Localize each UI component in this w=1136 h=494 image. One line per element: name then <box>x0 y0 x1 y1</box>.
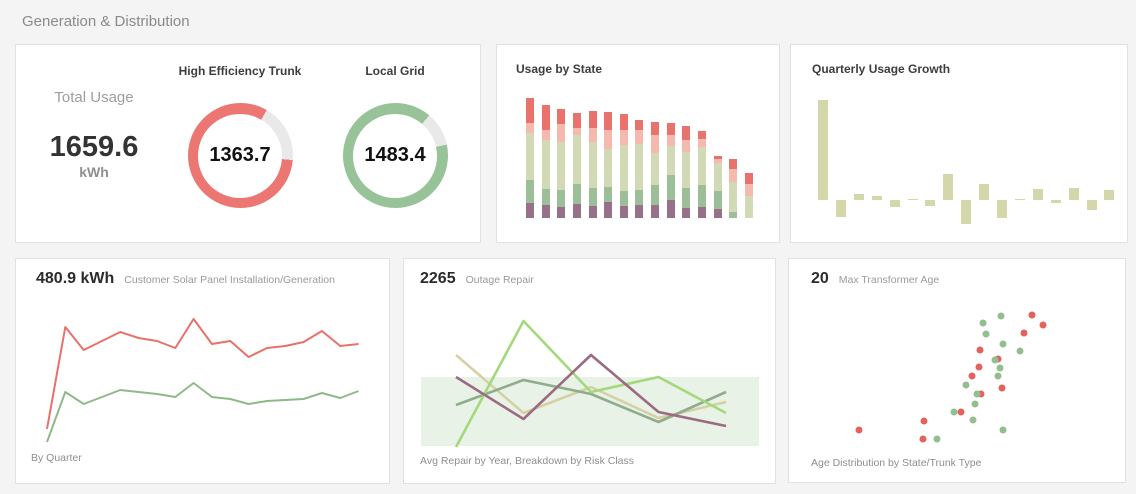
scatter-point[interactable] <box>1000 341 1007 348</box>
scatter-point[interactable] <box>998 313 1005 320</box>
growth-bar[interactable] <box>872 196 882 200</box>
stacked-bar[interactable] <box>729 159 737 218</box>
scatter-point[interactable] <box>1000 427 1007 434</box>
gauge-high-efficiency-trunk: High Efficiency Trunk 1363.7 <box>170 64 310 208</box>
stacked-bar[interactable] <box>589 111 597 218</box>
scatter-point[interactable] <box>1040 322 1047 329</box>
growth-bar[interactable] <box>1015 199 1025 201</box>
gauge-title: High Efficiency Trunk <box>170 64 310 78</box>
total-usage-label: Total Usage <box>24 89 164 106</box>
donut-chart-local-grid[interactable]: 1483.4 <box>343 103 448 208</box>
growth-bar[interactable] <box>818 100 828 200</box>
total-usage-unit: kWh <box>24 164 164 180</box>
scatter-point[interactable] <box>1017 348 1024 355</box>
scatter-point[interactable] <box>969 373 976 380</box>
scatter-point[interactable] <box>992 357 999 364</box>
diverging-bar-chart[interactable] <box>791 45 1127 242</box>
scatter-point[interactable] <box>1021 330 1028 337</box>
scatter-point[interactable] <box>980 320 987 327</box>
growth-bar[interactable] <box>925 200 935 206</box>
scatter-point[interactable] <box>920 436 927 443</box>
stacked-bar[interactable] <box>557 109 565 218</box>
growth-bar[interactable] <box>890 200 900 207</box>
total-usage-kpi: Total Usage 1659.6 kWh <box>24 89 164 180</box>
growth-bar[interactable] <box>1087 200 1097 210</box>
growth-bar[interactable] <box>961 200 971 224</box>
scatter-point[interactable] <box>958 409 965 416</box>
age-scatter-chart[interactable] <box>789 259 1125 482</box>
total-usage-value: 1659.6 <box>24 132 164 162</box>
scatter-point[interactable] <box>951 409 958 416</box>
stacked-bar[interactable] <box>682 126 690 218</box>
scatter-point[interactable] <box>1029 312 1036 319</box>
stacked-bar[interactable] <box>635 120 643 218</box>
solar-line-chart[interactable] <box>16 259 389 483</box>
scatter-point[interactable] <box>995 373 1002 380</box>
scatter-point[interactable] <box>997 365 1004 372</box>
growth-bar[interactable] <box>943 174 953 200</box>
growth-bar[interactable] <box>1104 190 1114 200</box>
stacked-bar[interactable] <box>526 98 534 218</box>
growth-bar[interactable] <box>854 194 864 200</box>
stacked-bar-chart[interactable] <box>497 45 779 242</box>
scatter-point[interactable] <box>974 391 981 398</box>
scatter-point[interactable] <box>976 364 983 371</box>
donut-value: 1363.7 <box>188 103 293 208</box>
stacked-bar[interactable] <box>745 173 753 218</box>
panel-usage-by-state: Usage by State <box>496 44 780 243</box>
growth-bar[interactable] <box>979 184 989 200</box>
donut-value: 1483.4 <box>343 103 448 208</box>
stacked-bar[interactable] <box>542 105 550 218</box>
scatter-point[interactable] <box>983 331 990 338</box>
scatter-point[interactable] <box>972 401 979 408</box>
gauge-title: Local Grid <box>325 64 465 78</box>
growth-bar[interactable] <box>997 200 1007 218</box>
outage-line-chart[interactable] <box>404 259 775 483</box>
stacked-bar[interactable] <box>698 131 706 218</box>
outage-footer: Avg Repair by Year, Breakdown by Risk Cl… <box>420 455 634 467</box>
panel-quarterly-usage-growth: Quarterly Usage Growth <box>790 44 1128 243</box>
growth-bar[interactable] <box>908 199 918 201</box>
panel-solar-generation: 480.9 kWh Customer Solar Panel Installat… <box>15 258 390 484</box>
scatter-point[interactable] <box>856 427 863 434</box>
stacked-bar[interactable] <box>620 114 628 218</box>
panel-total-usage: Total Usage 1659.6 kWh High Efficiency T… <box>15 44 481 243</box>
transformer-footer: Age Distribution by State/Trunk Type <box>811 457 981 469</box>
stacked-bar[interactable] <box>651 122 659 218</box>
growth-bar[interactable] <box>1069 188 1079 200</box>
growth-bar[interactable] <box>1051 200 1061 203</box>
stacked-bar[interactable] <box>714 156 722 218</box>
scatter-point[interactable] <box>921 418 928 425</box>
dashboard: Generation & Distribution Total Usage 16… <box>0 0 1136 494</box>
scatter-point[interactable] <box>963 382 970 389</box>
panel-transformer-age: 20 Max Transformer Age Age Distribution … <box>788 258 1126 483</box>
growth-bar[interactable] <box>1033 189 1043 200</box>
growth-bar[interactable] <box>836 200 846 217</box>
donut-chart-high-efficiency-trunk[interactable]: 1363.7 <box>188 103 293 208</box>
stacked-bar[interactable] <box>667 123 675 218</box>
scatter-point[interactable] <box>977 347 984 354</box>
stacked-bar[interactable] <box>573 113 581 218</box>
solar-footer: By Quarter <box>31 452 82 464</box>
scatter-point[interactable] <box>934 436 941 443</box>
scatter-point[interactable] <box>970 417 977 424</box>
gauge-local-grid: Local Grid 1483.4 <box>325 64 465 208</box>
stacked-bar[interactable] <box>604 112 612 218</box>
panel-outage-repair: 2265 Outage Repair Avg Repair by Year, B… <box>403 258 776 484</box>
scatter-point[interactable] <box>999 385 1006 392</box>
page-title: Generation & Distribution <box>22 13 190 30</box>
